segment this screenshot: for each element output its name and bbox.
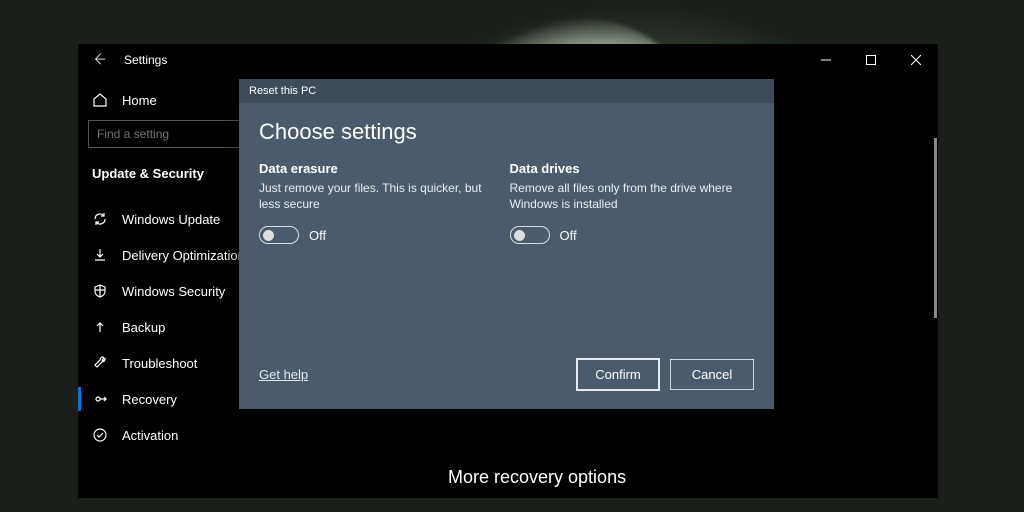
minimize-button[interactable] [803, 45, 848, 75]
sidebar-item-activation[interactable]: Activation [86, 417, 322, 453]
back-button[interactable] [92, 52, 106, 69]
maximize-button[interactable] [848, 45, 893, 75]
window-titlebar: Settings [78, 44, 938, 76]
sidebar-item-label: Recovery [122, 392, 177, 407]
option-title: Data drives [510, 161, 755, 176]
main-heading: More recovery options [448, 467, 626, 488]
close-button[interactable] [893, 45, 938, 75]
cancel-button[interactable]: Cancel [670, 359, 754, 390]
sync-icon [92, 211, 108, 227]
toggle-row: Off [259, 226, 504, 244]
wrench-icon [92, 355, 108, 371]
sidebar-item-label: Windows Update [122, 212, 220, 227]
option-desc: Remove all files only from the drive whe… [510, 180, 755, 212]
window-title: Settings [124, 53, 167, 67]
data-erasure-toggle[interactable] [259, 226, 299, 244]
dialog-heading: Choose settings [259, 119, 754, 145]
window-controls [803, 45, 938, 75]
recovery-icon [92, 391, 108, 407]
sidebar-item-label: Windows Security [122, 284, 225, 299]
reset-pc-dialog: Reset this PC Choose settings Data erasu… [239, 79, 774, 409]
dialog-options: Data erasure Just remove your files. Thi… [259, 161, 754, 244]
dialog-title: Reset this PC [239, 79, 774, 103]
toggle-row: Off [510, 226, 755, 244]
sidebar-item-label: Troubleshoot [122, 356, 197, 371]
shield-icon [92, 283, 108, 299]
toggle-state-label: Off [309, 228, 326, 243]
titlebar-left: Settings [92, 52, 167, 69]
sidebar-item-label: Backup [122, 320, 165, 335]
home-label: Home [122, 93, 157, 108]
option-data-erasure: Data erasure Just remove your files. Thi… [259, 161, 504, 244]
home-icon [92, 92, 108, 108]
dialog-footer: Get help Confirm Cancel [239, 348, 774, 409]
sidebar-item-label: Delivery Optimization [122, 248, 245, 263]
get-help-link[interactable]: Get help [259, 367, 308, 382]
scrollbar[interactable] [934, 138, 937, 318]
confirm-button[interactable]: Confirm [576, 358, 660, 391]
data-drives-toggle[interactable] [510, 226, 550, 244]
upload-arrow-icon [92, 319, 108, 335]
option-data-drives: Data drives Remove all files only from t… [510, 161, 755, 244]
option-title: Data erasure [259, 161, 504, 176]
option-desc: Just remove your files. This is quicker,… [259, 180, 504, 212]
toggle-state-label: Off [560, 228, 577, 243]
download-icon [92, 247, 108, 263]
sidebar-item-label: Activation [122, 428, 178, 443]
check-circle-icon [92, 427, 108, 443]
dialog-body: Choose settings Data erasure Just remove… [239, 103, 774, 348]
